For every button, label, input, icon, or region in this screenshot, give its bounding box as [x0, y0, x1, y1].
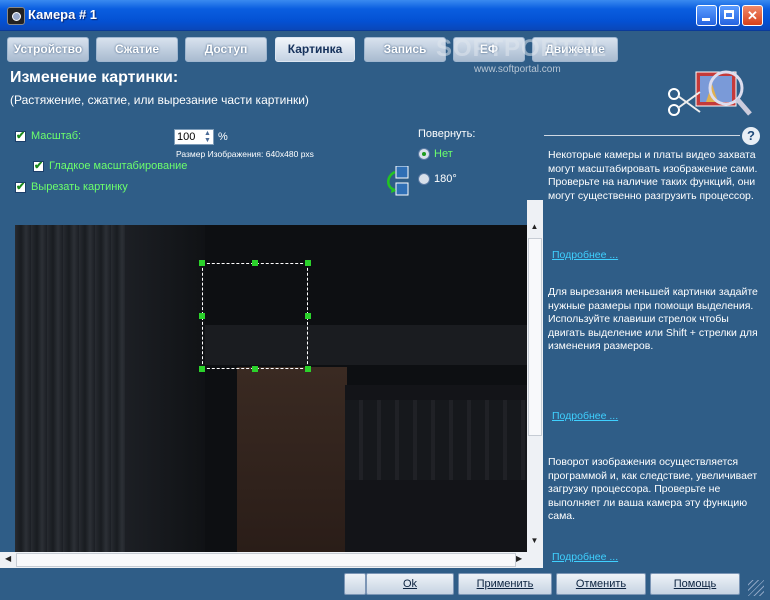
rotate-label: Повернуть: — [418, 128, 476, 140]
horizontal-scroll-thumb[interactable] — [16, 553, 516, 567]
crop-handle-l[interactable] — [199, 313, 205, 319]
window-title: Камера # 1 — [28, 7, 98, 22]
scale-spinner-arrows-icon[interactable]: ▲ ▼ — [202, 130, 213, 144]
help-divider — [544, 135, 740, 136]
crop-handle-tl[interactable] — [199, 260, 205, 266]
bottom-bar-spacer — [344, 573, 366, 595]
tab-access[interactable]: Доступ — [185, 37, 267, 62]
scroll-right-icon[interactable]: ▶ — [516, 554, 522, 563]
more-link-rotate[interactable]: Подробнее ... — [552, 551, 618, 563]
crop-handle-tr[interactable] — [305, 260, 311, 266]
tab-compression[interactable]: Сжатие — [96, 37, 178, 62]
scissors-picture-icon — [668, 70, 752, 116]
rotate-180-radio[interactable] — [418, 173, 430, 185]
camera-app-icon — [7, 7, 25, 25]
crop-label: Вырезать картинку — [31, 181, 128, 193]
section-title: Изменение картинки: — [10, 69, 179, 86]
rotate-none-radio[interactable] — [418, 148, 430, 160]
smooth-scaling-label: Гладкое масштабирование — [49, 160, 188, 172]
section-subtitle: (Растяжение, сжатие, или вырезание части… — [10, 93, 309, 107]
crop-handle-t[interactable] — [252, 260, 258, 266]
crop-handle-b[interactable] — [252, 366, 258, 372]
help-text-rotate: Поворот изображения осуществляется прогр… — [548, 456, 758, 522]
scroll-up-icon[interactable]: ▲ — [529, 222, 540, 231]
tab-device[interactable]: Устройство — [7, 37, 89, 62]
scale-unit: % — [218, 131, 228, 143]
scale-checkbox[interactable] — [15, 129, 26, 142]
horizontal-scrollbar[interactable]: ◀ ▶ — [0, 552, 543, 568]
help-question-icon[interactable]: ? — [742, 127, 760, 145]
maximize-button[interactable] — [719, 5, 740, 26]
more-link-scaling[interactable]: Подробнее ... — [552, 249, 618, 261]
watermark-url: www.softportal.com — [474, 64, 561, 75]
maximize-icon — [724, 10, 734, 19]
preview-door — [237, 367, 347, 552]
close-icon: ✕ — [747, 8, 758, 23]
crop-handle-bl[interactable] — [199, 366, 205, 372]
preview-shadow — [125, 225, 205, 552]
more-link-crop[interactable]: Подробнее ... — [552, 410, 618, 422]
title-bar: Камера # 1 ✕ — [0, 0, 770, 31]
cancel-button[interactable]: Отменить — [556, 573, 646, 595]
crop-checkbox[interactable] — [15, 180, 26, 193]
crop-handle-br[interactable] — [305, 366, 311, 372]
ok-button[interactable]: Ok — [366, 573, 454, 595]
minimize-button[interactable] — [696, 5, 717, 26]
help-text-scaling: Некоторые камеры и платы видео захвата м… — [548, 149, 758, 202]
watermark-logo: SOFTPORTAL — [436, 35, 607, 62]
scroll-left-icon[interactable]: ◀ — [5, 554, 11, 563]
vertical-scrollbar[interactable]: ▲ ▼ — [527, 200, 543, 552]
tab-picture[interactable]: Картинка — [275, 37, 355, 62]
help-text-crop: Для вырезания меньшей картинки задайте н… — [548, 286, 758, 352]
resize-grip-icon[interactable] — [748, 580, 764, 596]
vertical-scroll-thumb[interactable] — [528, 238, 542, 436]
smooth-scaling-checkbox[interactable] — [33, 159, 44, 172]
help-button[interactable]: Помощь — [650, 573, 740, 595]
minimize-icon — [702, 18, 710, 21]
tab-record[interactable]: Запись — [364, 37, 446, 62]
rotate-icon — [387, 166, 409, 196]
preview-blinds — [345, 400, 527, 480]
rotate-180-label: 180° — [434, 173, 457, 185]
close-button[interactable]: ✕ — [742, 5, 763, 26]
image-size-text: Размер Изображения: 640x480 pxs — [176, 149, 314, 159]
crop-selection[interactable] — [202, 263, 308, 369]
rotate-none-label: Нет — [434, 148, 453, 160]
apply-button[interactable]: Применить — [458, 573, 552, 595]
preview-curtain — [15, 225, 125, 552]
scroll-down-icon[interactable]: ▼ — [529, 536, 540, 545]
scale-label: Масштаб: — [31, 130, 82, 142]
crop-handle-r[interactable] — [305, 313, 311, 319]
